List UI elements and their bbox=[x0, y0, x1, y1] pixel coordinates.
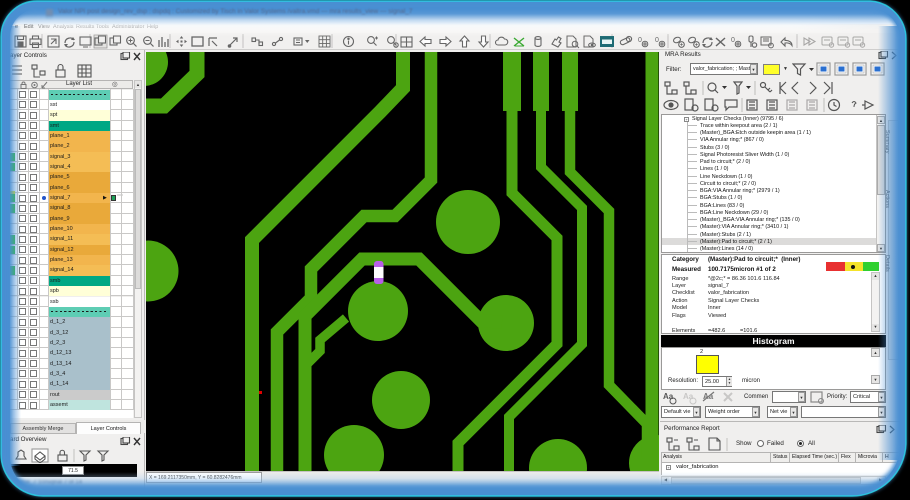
svg-text:0: 0 bbox=[638, 37, 642, 44]
svg-text:Aa: Aa bbox=[663, 392, 674, 401]
svg-text:0: 0 bbox=[655, 37, 659, 44]
svg-text:0: 0 bbox=[731, 37, 735, 44]
svg-text:Aa: Aa bbox=[683, 392, 694, 401]
